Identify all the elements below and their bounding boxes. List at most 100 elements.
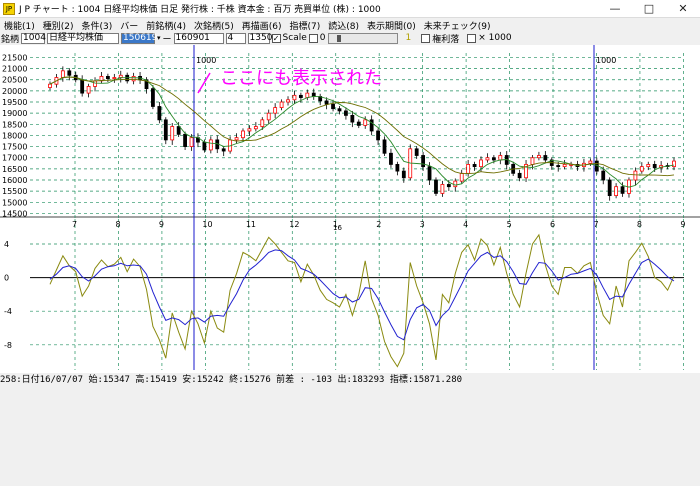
candle-body (620, 186, 625, 194)
minimize-icon[interactable]: — (598, 0, 632, 18)
scroll-thumb[interactable] (336, 34, 341, 42)
stock-code-input[interactable]: 1004 (21, 32, 46, 44)
candle-body (556, 165, 561, 168)
month-tick-label: 11 (246, 220, 256, 229)
candle-body (440, 184, 445, 194)
menu-future-check[interactable]: 未来チェック(9) (420, 19, 495, 32)
price-chart[interactable]: 2150021000205002000019500190001850018000… (0, 45, 700, 373)
date-to-select[interactable]: 160901 (173, 32, 224, 44)
menu-indicator[interactable]: 指標(7) (286, 19, 325, 32)
candle-body (260, 119, 265, 127)
candle-body (356, 121, 361, 126)
candle-body (672, 160, 676, 168)
menu-next-stock[interactable]: 次銘柄(5) (190, 19, 238, 32)
price-tick-label: 20500 (2, 76, 27, 85)
candle-body (369, 119, 374, 132)
page-value: 1 (405, 33, 412, 43)
candle-body (60, 70, 65, 78)
maximize-icon[interactable]: □ (632, 0, 666, 18)
candle-body (305, 92, 310, 98)
candle-body (588, 160, 593, 164)
candle-body (562, 164, 567, 168)
candle-body (151, 88, 155, 107)
price-tick-label: 19000 (2, 109, 27, 118)
marker-label: 1000 (596, 56, 616, 65)
candle-body (93, 80, 97, 87)
month-tick-label: 3 (420, 220, 425, 229)
x1000-label: × 1000 (478, 33, 512, 43)
month-tick-label: 5 (507, 220, 512, 229)
osc-tick-label: -4 (4, 307, 12, 316)
year-label: 16 (333, 224, 342, 232)
page-scrollbar[interactable] (327, 32, 398, 44)
candle-body (286, 99, 290, 103)
candle-body (498, 155, 503, 161)
stock-name-input[interactable]: 日経平均株価 (47, 32, 120, 44)
title-bar: JP J P チャート : 1004 日経平均株価 日足 発行株 : 千株 資本… (0, 0, 700, 18)
candle-body (537, 155, 541, 159)
candle-body (517, 172, 522, 179)
candle-body (189, 137, 194, 147)
price-tick-label: 17000 (2, 154, 27, 163)
rights-checkbox[interactable] (421, 33, 431, 43)
zero-label: 0 (319, 33, 326, 43)
candle-body (48, 83, 52, 88)
date-separator: ー (162, 34, 172, 45)
month-tick-label: 8 (637, 220, 642, 229)
window-controls: — □ ✕ (598, 0, 700, 18)
candle-body (324, 100, 329, 105)
toolbar: 銘柄 1004 日経平均株価 150619 ▾ ー 160901 4 1350 … (0, 32, 700, 45)
osc-tick-label: 4 (4, 240, 9, 249)
menu-load[interactable]: 読込(8) (324, 19, 363, 32)
stock-label: 銘柄 (1, 34, 20, 45)
candle-body (639, 166, 644, 172)
x1000-checkbox[interactable] (467, 33, 477, 43)
zero-checkbox[interactable] (308, 33, 318, 43)
menu-function[interactable]: 機能(1) (0, 19, 39, 32)
candle-body (472, 164, 477, 168)
menu-bar: 機能(1) 種別(2) 条件(3) バー 前銘柄(4) 次銘柄(5) 再描画(6… (0, 18, 700, 32)
candle-body (363, 119, 368, 126)
candle-body (183, 133, 187, 147)
candle-body (253, 126, 258, 130)
menu-prev-stock[interactable]: 前銘柄(4) (142, 19, 190, 32)
candle-body (176, 126, 181, 135)
price-tick-label: 15500 (2, 187, 27, 196)
price-tick-label: 21500 (2, 53, 27, 62)
candle-body (221, 148, 226, 152)
annotation-text: ここにも表示された (220, 68, 382, 89)
candle-body (273, 107, 278, 114)
price-tick-label: 18000 (2, 131, 27, 140)
param2-input[interactable]: 1350 (247, 32, 272, 44)
osc-tick-label: -8 (4, 341, 12, 350)
month-tick-label: 6 (550, 220, 555, 229)
menu-condition[interactable]: 条件(3) (78, 19, 117, 32)
candle-body (170, 126, 175, 141)
close-icon[interactable]: ✕ (666, 0, 700, 18)
candle-body (344, 110, 348, 116)
osc-tick-label: 0 (4, 274, 9, 283)
spin-icon[interactable]: ▾ (157, 34, 161, 42)
menu-type[interactable]: 種別(2) (39, 19, 78, 32)
candle-body (279, 101, 284, 108)
candle-body (421, 155, 426, 168)
price-tick-label: 17500 (2, 143, 27, 152)
candle-body (395, 164, 400, 172)
candle-body (376, 130, 380, 141)
menu-display-period[interactable]: 表示期間(0) (363, 19, 420, 32)
menu-bar-type[interactable]: バー (116, 19, 142, 32)
candle-body (446, 184, 451, 188)
date-from-input[interactable]: 150619 (121, 32, 157, 44)
price-tick-label: 21000 (2, 65, 27, 74)
month-tick-label: 2 (376, 220, 381, 229)
candle-body (607, 179, 612, 197)
candle-body (67, 70, 72, 76)
candle-body (247, 128, 252, 132)
price-tick-label: 16500 (2, 165, 27, 174)
candle-body (485, 157, 490, 161)
menu-redraw[interactable]: 再描画(6) (238, 19, 286, 32)
scale-checkbox[interactable]: ✓ (271, 33, 281, 43)
price-tick-label: 20000 (2, 87, 27, 96)
price-tick-label: 16000 (2, 176, 27, 185)
param1-input[interactable]: 4 (225, 32, 246, 44)
